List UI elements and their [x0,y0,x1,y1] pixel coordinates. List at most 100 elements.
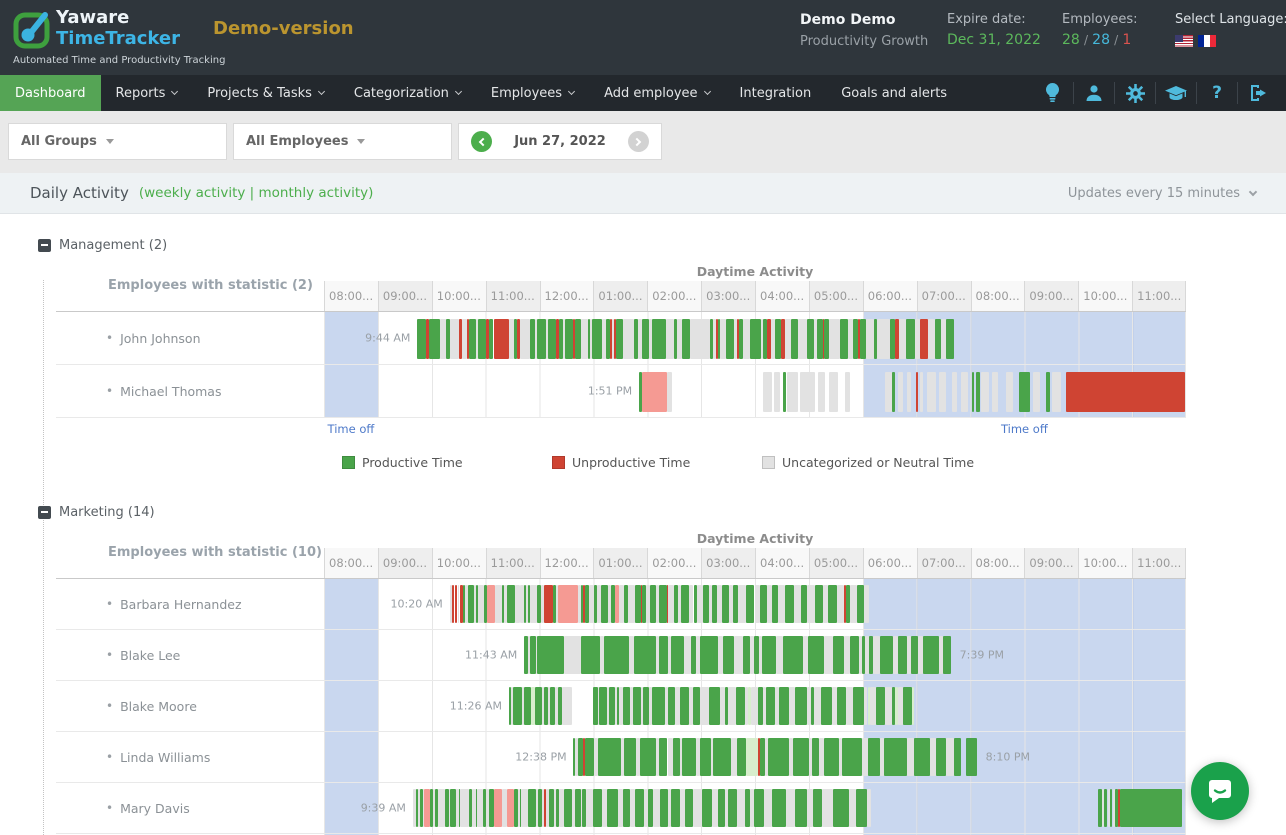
fr-flag-icon[interactable] [1198,35,1216,47]
employee-name[interactable]: Blake Moore [120,699,197,714]
chevron-down-icon [171,88,178,95]
help-icon[interactable]: ? [1196,82,1237,104]
hour-cell: 05:00... [809,281,863,311]
paren: ) [368,185,373,201]
activity-segment [829,372,838,412]
activity-segment [452,585,454,623]
hour-cell: 08:00... [971,281,1025,311]
legend-item: Productive Time [342,452,552,472]
activity-segment [1033,372,1040,412]
next-day-button[interactable] [628,131,649,152]
chevron-right-icon [633,137,641,145]
updates-toggle[interactable]: Updates every 15 minutes [1068,186,1256,201]
expire-date-block: Expire date: Dec 31, 2022 [947,10,1041,52]
activity-segment [616,319,622,359]
lightbulb-icon[interactable] [1032,82,1073,104]
hour-cell: 11:00... [486,281,540,311]
activity-segment [785,585,794,623]
nav-item-employees[interactable]: Employees [476,75,589,111]
activity-segment [927,372,936,412]
bullet-icon: • [106,384,113,398]
activity-segment [783,636,803,674]
gear-icon[interactable] [1114,82,1155,104]
employee-name[interactable]: Linda Williams [120,750,210,765]
employees-count-block: Employees: 28 / 28 / 1 [1062,10,1138,52]
hour-cell: 11:00... [1132,548,1186,578]
activity-segment [768,738,790,776]
activity-segment [907,738,914,776]
activity-segment [1066,372,1185,412]
sections-container: Management (2)Employees with statistic (… [0,238,1286,835]
activity-segment [652,319,665,359]
brand-name[interactable]: Yaware TimeTracker [56,8,180,49]
employee-row: •Blake Moore11:26 AM [56,681,1186,732]
nav-item-reports[interactable]: Reports [101,75,193,111]
activity-segment [494,789,501,827]
group-header-marketing[interactable]: Marketing (14) [38,505,1286,519]
link-separator: | [245,185,258,201]
activity-segment [762,636,776,674]
activity-segment [833,636,844,674]
nav-item-goals-and-alerts[interactable]: Goals and alerts [826,75,962,111]
activity-segment [801,585,806,623]
nav-item-projects-tasks[interactable]: Projects & Tasks [192,75,338,111]
activity-segment [793,738,809,776]
activity-segment [450,319,458,359]
collapse-icon[interactable] [38,239,51,252]
legend-label: Uncategorized or Neutral Time [782,455,974,470]
employee-name[interactable]: Blake Lee [120,648,180,663]
chat-widget-button[interactable] [1191,762,1249,820]
activity-segment [842,738,862,776]
activity-segment [906,319,915,359]
activity-segment [528,789,535,827]
employee-name[interactable]: Mary Davis [120,801,190,816]
time-header: Daytime Activity08:00...09:00...10:00...… [324,259,1186,311]
nav-item-add-employee[interactable]: Add employee [589,75,724,111]
activity-segment [920,319,927,359]
prev-day-button[interactable] [471,131,492,152]
activity-segment [659,585,666,623]
activity-segment [814,687,821,725]
employee-name[interactable]: Michael Thomas [120,384,221,399]
weekly-activity-link[interactable]: weekly activity [144,185,245,201]
employees-dropdown-value: All Employees [246,134,348,149]
group-header-management[interactable]: Management (2) [38,238,1286,252]
nav-item-dashboard[interactable]: Dashboard [0,75,101,111]
activity-segment [743,636,750,674]
activity-segment [628,585,635,623]
chevron-left-icon [479,137,487,145]
employee-row: •Blake Lee11:43 AM7:39 PM [56,630,1186,681]
logout-icon[interactable] [1237,82,1278,104]
employees-dropdown[interactable]: All Employees [233,123,452,160]
activity-segment [624,738,637,776]
activity-segment [786,789,795,827]
activity-segment [775,319,780,359]
activity-segment [640,738,656,776]
hour-cell: 08:00... [324,281,378,311]
nav-item-integration[interactable]: Integration [725,75,827,111]
collapse-icon[interactable] [38,506,51,519]
user-icon[interactable] [1073,82,1114,104]
activity-segment [586,789,593,827]
monthly-activity-link[interactable]: monthly activity [259,185,369,201]
activity-segment [700,687,709,725]
employee-name[interactable]: John Johnson [120,331,200,346]
us-flag-icon[interactable] [1175,35,1193,47]
activity-segment [857,585,864,623]
activity-segment [643,687,648,725]
activity-segment [746,738,759,776]
date-picker[interactable]: Jun 27, 2022 [458,123,662,160]
activity-segment [972,372,975,412]
graduation-cap-icon[interactable] [1155,82,1196,104]
groups-dropdown[interactable]: All Groups [8,123,227,160]
activity-segment [981,372,988,412]
hour-cell: 09:00... [1024,281,1078,311]
employee-label-cell: •John Johnson [56,312,324,364]
nav-item-categorization[interactable]: Categorization [339,75,476,111]
activity-segment [507,585,515,623]
employee-name[interactable]: Barbara Hernandez [120,597,241,612]
yaware-logo-icon[interactable] [12,8,53,56]
hour-cell: 01:00... [593,281,647,311]
activity-timeline: 11:43 AM7:39 PM [324,630,1186,680]
activity-segment [581,319,587,359]
